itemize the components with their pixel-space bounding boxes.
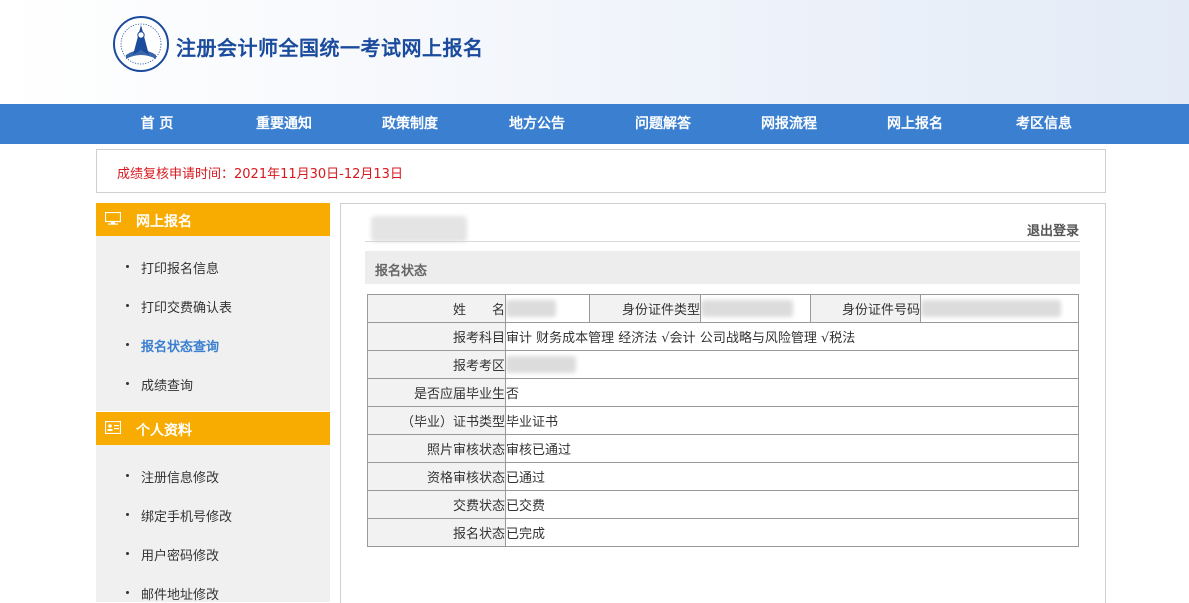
sidebar-item-label: 邮件地址修改	[141, 588, 220, 603]
row-label: 报考科目	[367, 322, 506, 351]
monitor-icon	[105, 212, 121, 225]
sidebar-item-label: 成绩查询	[141, 379, 194, 394]
logout-link[interactable]: 退出登录	[1027, 220, 1079, 239]
nav-policy[interactable]: 政策制度	[382, 104, 438, 144]
sidebar-header-label: 个人资料	[136, 423, 192, 439]
nav-home[interactable]: 首 页	[141, 104, 174, 144]
sidebar-list-personal-info: 注册信息修改 绑定手机号修改 用户密码修改 邮件地址修改	[96, 445, 330, 603]
row-label: 交费状态	[367, 490, 506, 519]
sidebar-item-label: 用户密码修改	[141, 549, 220, 564]
table-row: 照片审核状态 审核已通过	[367, 434, 1079, 463]
sidebar-list-online-registration: 打印报名信息 打印交费确认表 报名状态查询 成绩查询	[96, 236, 330, 411]
sidebar-header-personal-info: 个人资料	[96, 412, 330, 445]
sidebar-item-label: 报名状态查询	[141, 340, 220, 355]
exam-area-value	[505, 350, 1079, 379]
nav-online-registration[interactable]: 网上报名	[887, 104, 943, 144]
row-label: 照片审核状态	[367, 434, 506, 463]
cicpa-logo	[113, 16, 169, 72]
id-type-value	[700, 294, 811, 323]
row-label: 报考考区	[367, 350, 506, 379]
row-label: 是否应届毕业生	[367, 378, 506, 407]
nav-process[interactable]: 网报流程	[761, 104, 817, 144]
bullet	[126, 513, 129, 516]
bullet	[126, 382, 129, 385]
sidebar-item-print-registration[interactable]: 打印报名信息	[96, 256, 330, 277]
main-nav: 首 页 重要通知 政策制度 地方公告 问题解答 网报流程 网上报名 考区信息	[0, 104, 1189, 144]
row-label: （毕业）证书类型	[367, 406, 506, 435]
nav-exam-area-info[interactable]: 考区信息	[1016, 104, 1072, 144]
sidebar-item-print-payment[interactable]: 打印交费确认表	[96, 295, 330, 316]
sidebar-header-label: 网上报名	[136, 214, 192, 230]
redacted-value	[506, 300, 556, 317]
table-row: （毕业）证书类型 毕业证书	[367, 406, 1079, 435]
payment-status-value: 已交费	[505, 490, 1079, 519]
bullet	[126, 265, 129, 268]
notice-text: 成绩复核申请时间：2021年11月30日-12月13日	[117, 167, 403, 182]
subjects-value: 审计 财务成本管理 经济法 √会计 公司战略与风险管理 √税法	[505, 322, 1079, 351]
row-label: 报名状态	[367, 518, 506, 547]
site-header: 注册会计师全国统一考试网上报名	[0, 0, 1189, 104]
table-row: 资格审核状态 已通过	[367, 462, 1079, 491]
sidebar-header-online-registration: 网上报名	[96, 203, 330, 236]
redacted-value	[701, 300, 793, 317]
bullet	[126, 474, 129, 477]
sidebar-item-edit-email[interactable]: 邮件地址修改	[96, 582, 330, 603]
site-title: 注册会计师全国统一考试网上报名	[176, 36, 484, 60]
nav-important-notice[interactable]: 重要通知	[256, 104, 312, 144]
sidebar-item-edit-password[interactable]: 用户密码修改	[96, 543, 330, 564]
id-card-icon	[105, 421, 121, 434]
certificate-type-value: 毕业证书	[505, 406, 1079, 435]
table-row: 交费状态 已交费	[367, 490, 1079, 519]
sidebar-item-status-query[interactable]: 报名状态查询	[96, 334, 330, 355]
id-type-label: 身份证件类型	[589, 294, 701, 323]
sidebar-item-label: 打印交费确认表	[141, 301, 233, 316]
username-redacted	[371, 216, 467, 242]
nav-faq[interactable]: 问题解答	[635, 104, 691, 144]
name-value	[505, 294, 590, 323]
table-row: 报名状态 已完成	[367, 518, 1079, 547]
id-number-label: 身份证件号码	[810, 294, 921, 323]
sidebar-item-edit-phone[interactable]: 绑定手机号修改	[96, 504, 330, 525]
table-row: 报考科目 审计 财务成本管理 经济法 √会计 公司战略与风险管理 √税法	[367, 322, 1079, 351]
row-label: 资格审核状态	[367, 462, 506, 491]
sidebar-item-edit-registration[interactable]: 注册信息修改	[96, 465, 330, 486]
main-panel: 退出登录 报名状态 姓 名 身份证件类型 身份证件号码 报考科目 审计 财务成本…	[340, 203, 1106, 603]
qualification-review-value: 已通过	[505, 462, 1079, 491]
sidebar-item-score-query[interactable]: 成绩查询	[96, 373, 330, 394]
registration-status-value: 已完成	[505, 518, 1079, 547]
sidebar-item-label: 绑定手机号修改	[141, 510, 233, 525]
bullet	[126, 591, 129, 594]
registration-status-table: 姓 名 身份证件类型 身份证件号码 报考科目 审计 财务成本管理 经济法 √会计…	[367, 294, 1079, 547]
notice-box: 成绩复核申请时间：2021年11月30日-12月13日	[96, 149, 1106, 193]
bullet	[126, 304, 129, 307]
sidebar-item-label: 打印报名信息	[141, 262, 220, 277]
table-row: 是否应届毕业生 否	[367, 378, 1079, 407]
id-number-value	[920, 294, 1079, 323]
redacted-value	[506, 356, 576, 373]
name-label: 姓 名	[367, 294, 506, 323]
bullet	[126, 552, 129, 555]
bullet	[126, 343, 129, 346]
nav-local-announcements[interactable]: 地方公告	[509, 104, 565, 144]
fresh-graduate-value: 否	[505, 378, 1079, 407]
photo-review-value: 审核已通过	[505, 434, 1079, 463]
divider	[365, 241, 1080, 242]
table-row: 报考考区	[367, 350, 1079, 379]
sidebar-item-label: 注册信息修改	[141, 471, 220, 486]
redacted-value	[921, 300, 1061, 317]
section-title: 报名状态	[375, 264, 428, 279]
table-row: 姓 名 身份证件类型 身份证件号码	[367, 294, 1079, 323]
section-header: 报名状态	[365, 251, 1080, 284]
